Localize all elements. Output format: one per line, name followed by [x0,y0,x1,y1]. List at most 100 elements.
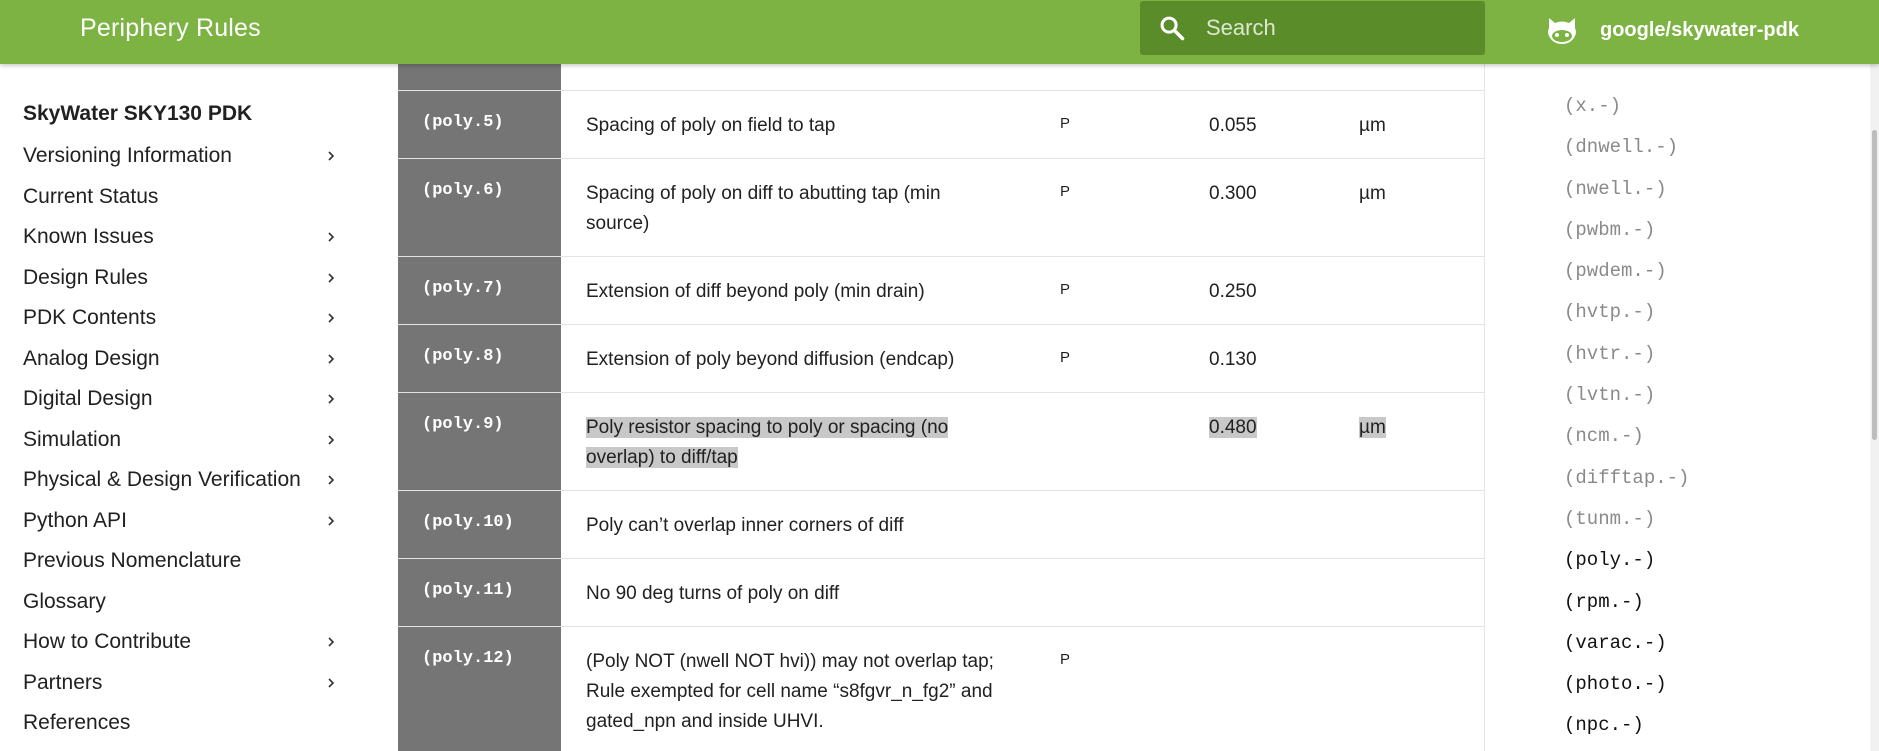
rule-description: Poly can’t overlap inner corners of diff [586,515,904,536]
rule-value: 0.300 [1209,183,1257,204]
rule-id: (poly.11) [422,581,514,600]
rule-value: 0.250 [1209,281,1257,302]
repo-name: google/skywater-pdk [1600,18,1799,41]
rule-description: Extension of diff beyond poly (min drain… [586,281,925,302]
rule-description: Spacing of poly on field to tap [586,115,836,136]
toc-item-active[interactable]: (poly.-) [1564,540,1689,581]
nav-item-label: Analog Design [23,346,160,370]
chevron-right-icon [328,313,335,323]
nav-item-label: Simulation [23,427,122,451]
toc-item[interactable]: (lvtn.-) [1564,375,1689,416]
table-row: (poly.5) Spacing of poly on field to tap… [398,91,1484,159]
toc-item-active[interactable]: (photo.-) [1564,664,1689,705]
toc-item[interactable]: (x.-) [1564,86,1689,127]
rule-flag: P [1060,349,1071,366]
nav-item-references[interactable]: References [23,703,343,744]
github-icon [1548,18,1576,44]
nav-item-physical-design-verification[interactable]: Physical & Design Verification [23,460,343,501]
page-title: Periphery Rules [80,14,261,42]
toc-item[interactable]: (pwdem.-) [1564,251,1689,292]
top-header: Periphery Rules google/skywater-pdk [0,0,1879,64]
rule-id: (poly.5) [422,113,504,132]
rule-id-cell: (poly.11) [398,559,561,626]
nav-item-label: Glossary [23,589,106,613]
toc-item[interactable]: (dnwell.-) [1564,127,1689,168]
nav-item-partners[interactable]: Partners [23,663,343,704]
toc-item[interactable]: (difftap.-) [1564,458,1689,499]
chevron-right-icon [328,637,335,647]
toc-item[interactable]: (tunm.-) [1564,499,1689,540]
toc-item[interactable]: (pwbm.-) [1564,210,1689,251]
nav-item-previous-nomenclature[interactable]: Previous Nomenclature [23,541,343,582]
table-row: (poly.10) Poly can’t overlap inner corne… [398,491,1484,559]
nav-item-label: Versioning Information [23,144,232,168]
nav-item-label: Partners [23,670,103,694]
nav-item-current-status[interactable]: Current Status [23,177,343,218]
rule-description: Extension of poly beyond diffusion (endc… [586,349,955,370]
rule-flag: P [1060,651,1071,668]
rule-description: (Poly NOT (nwell NOT hvi)) may not overl… [586,651,994,732]
chevron-right-icon [328,394,335,404]
rule-flag: P [1060,281,1071,298]
nav-item-analog-design[interactable]: Analog Design [23,339,343,380]
toc-item[interactable]: (ncm.-) [1564,416,1689,457]
rule-id: (poly.9) [422,415,504,434]
rule-id: (poly.7) [422,279,504,298]
repo-link[interactable]: google/skywater-pdk [1544,10,1799,50]
rule-id: (poly.10) [422,513,514,532]
nav-item-label: Design Rules [23,265,148,289]
rule-description: No 90 deg turns of poly on diff [586,583,840,604]
toc-sidebar: (x.-) (dnwell.-) (nwell.-) (pwbm.-) (pwd… [1486,64,1879,751]
selected-text: Poly resistor spacing to poly or spacing… [586,417,949,468]
nav-item-digital-design[interactable]: Digital Design [23,379,343,420]
table-row: (poly.7) Extension of diff beyond poly (… [398,257,1484,325]
toc-item[interactable]: (nwell.-) [1564,169,1689,210]
rule-id-cell: (poly.12) [398,627,561,751]
rules-table: (poly.5) Spacing of poly on field to tap… [398,64,1485,751]
rule-unit: µm [1359,413,1386,443]
nav-item-known-issues[interactable]: Known Issues [23,217,343,258]
site-title[interactable]: SkyWater SKY130 PDK [23,102,252,126]
nav-item-python-api[interactable]: Python API [23,501,343,542]
nav-item-glossary[interactable]: Glossary [23,582,343,623]
rule-id-cell: (poly.9) [398,393,561,490]
rule-id: (poly.8) [422,347,504,366]
rule-value: 0.130 [1209,349,1257,370]
toc-item-active[interactable]: (rpm.-) [1564,582,1689,623]
toc-item[interactable]: (hvtr.-) [1564,334,1689,375]
chevron-right-icon [328,475,335,485]
nav-item-versioning-information[interactable]: Versioning Information [23,136,343,177]
rule-id-cell: (poly.7) [398,257,561,324]
toc-item-active[interactable]: (varac.-) [1564,623,1689,664]
chevron-right-icon [328,354,335,364]
chevron-right-icon [328,232,335,242]
nav-item-how-to-contribute[interactable]: How to Contribute [23,622,343,663]
chevron-right-icon [328,516,335,526]
rule-id-cell [398,64,561,90]
rule-description: Spacing of poly on diff to abutting tap … [586,183,941,234]
scrollbar-thumb[interactable] [1872,130,1877,440]
table-row [398,64,1484,91]
rule-id: (poly.6) [422,181,504,200]
rule-id-cell: (poly.10) [398,491,561,558]
nav-item-simulation[interactable]: Simulation [23,420,343,461]
nav-item-design-rules[interactable]: Design Rules [23,258,343,299]
rule-id-cell: (poly.5) [398,91,561,158]
sidebar-nav: SkyWater SKY130 PDK Versioning Informati… [0,64,398,751]
search-box[interactable] [1140,1,1485,55]
nav-item-label: Python API [23,508,127,532]
search-input[interactable] [1206,1,1466,55]
table-row: (poly.6) Spacing of poly on diff to abut… [398,159,1484,257]
rule-value: 0.055 [1209,115,1257,136]
nav-item-pdk-contents[interactable]: PDK Contents [23,298,343,339]
toc-item-active[interactable]: (npc.-) [1564,705,1689,746]
rule-description: Poly resistor spacing to poly or spacing… [586,413,986,473]
search-icon [1160,16,1185,41]
table-row: (poly.12) (Poly NOT (nwell NOT hvi)) may… [398,627,1484,751]
nav-list: Versioning Information Current Status Kn… [23,136,343,744]
table-row: (poly.11) No 90 deg turns of poly on dif… [398,559,1484,627]
toc-item[interactable]: (hvtp.-) [1564,292,1689,333]
chevron-right-icon [328,151,335,161]
rule-value: 0.480 [1209,413,1257,443]
nav-item-label: PDK Contents [23,306,157,330]
